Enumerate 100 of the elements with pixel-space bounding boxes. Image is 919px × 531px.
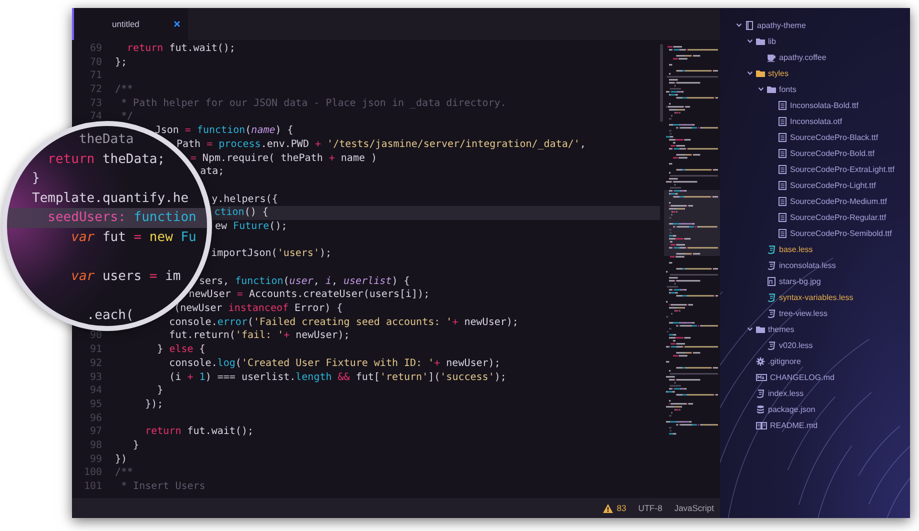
line-number: 95 (90, 398, 102, 410)
code-line: y.helpers({ (212, 192, 278, 206)
code-line: Path = process.env.PWD + '/tests/jasmine/server/integration/_data/', (176, 138, 586, 152)
tree-item[interactable]: Inconsolata.otf (720, 113, 910, 129)
tree-item[interactable]: v020.less (720, 337, 910, 353)
code-line: /** (115, 83, 134, 97)
line-number: 72 (90, 84, 102, 96)
line-number: 74 (90, 111, 102, 122)
tree-item[interactable]: SourceCodePro-Light.ttf (720, 177, 910, 193)
folder-icon (756, 36, 765, 46)
chevron-icon[interactable] (747, 70, 753, 76)
tree-item[interactable]: base.less (720, 241, 910, 257)
close-icon[interactable] (174, 21, 180, 27)
code-line: */ (120, 110, 134, 124)
code-line: } (32, 171, 40, 186)
code-line: .each( (86, 308, 134, 324)
line-number: 70 (90, 56, 102, 68)
stylesheet-icon (767, 308, 776, 318)
tree-item[interactable]: CHANGELOG.md (720, 369, 910, 385)
scrollbar-thumb[interactable] (660, 44, 663, 122)
stylesheet-icon (767, 244, 776, 254)
code-line: ata; (200, 165, 224, 179)
tree-item[interactable]: apathy.coffee (720, 49, 910, 65)
tree-item[interactable]: README.md (720, 417, 910, 433)
database-icon (756, 404, 765, 414)
code-line: sers, function(user, i, userlist) { (198, 274, 410, 288)
code-line: seedUsers: function (46, 210, 196, 226)
code-line: return theData; (46, 152, 166, 167)
code-line: } else { (156, 343, 206, 357)
code-line: newUser = Accounts.createUser(users[i]); (188, 288, 430, 302)
tree-item[interactable]: index.less (720, 385, 910, 401)
tree-item[interactable]: styles (720, 65, 910, 81)
tree-item[interactable]: inconsolata.less (720, 257, 910, 273)
gear-icon (756, 356, 765, 366)
tree-item[interactable]: SourceCodePro-Black.ttf (720, 129, 910, 145)
tree-item[interactable]: SourceCodePro-Semibold.ttf (720, 225, 910, 241)
document-icon (778, 228, 787, 238)
chevron-icon[interactable] (747, 38, 753, 44)
stylesheet-icon (767, 260, 776, 270)
chevron-icon[interactable] (747, 326, 753, 332)
code-line: fut.return('fail: '+ newUser); (168, 329, 350, 344)
tree-item[interactable]: .gitignore (720, 353, 910, 369)
document-icon (778, 116, 787, 126)
line-number: 69 (90, 43, 102, 54)
editor-tab[interactable]: untitled (72, 8, 188, 40)
line-number: 99 (90, 454, 102, 465)
code-line: ction() { (214, 206, 268, 220)
document-icon (778, 196, 787, 206)
line-number: 101 (84, 481, 102, 492)
stylesheet-icon (767, 292, 776, 302)
code-line: var fut = new Fu (70, 230, 196, 245)
tree-item[interactable]: apathy-theme (720, 17, 910, 33)
markdown-icon (756, 372, 767, 382)
tree-item[interactable]: SourceCodePro-Medium.ttf (720, 193, 910, 209)
tree-item[interactable]: themes (720, 321, 910, 337)
line-number: 71 (90, 70, 102, 82)
tree-item[interactable]: fonts (720, 81, 910, 97)
chevron-icon[interactable] (736, 22, 742, 28)
code-line: console.log('Created User Fixture with ID: '+ newUser); (168, 356, 500, 370)
warning-icon (602, 504, 613, 512)
tree-item[interactable]: lib (720, 33, 910, 49)
code-line: (newUser instanceof Error) { (174, 302, 343, 316)
document-icon (778, 132, 787, 142)
document-icon (778, 148, 787, 158)
code-line: }) (115, 452, 128, 466)
line-number: 93 (90, 372, 102, 382)
document-icon (778, 180, 787, 190)
tree-item[interactable]: Inconsolata-Bold.ttf (720, 97, 910, 113)
code-line: return fut.wait(); (144, 425, 254, 439)
tree-item[interactable]: package.json (720, 401, 910, 417)
stylesheet-icon (767, 340, 776, 350)
document-icon (778, 212, 787, 222)
chevron-icon[interactable] (758, 86, 764, 92)
tree-item[interactable]: SourceCodePro-Regular.ttf (720, 209, 910, 225)
code-line: (i + 1) === userlist.length && fut['return']('success'); (168, 370, 506, 384)
book-icon (756, 420, 767, 430)
line-number: 73 (90, 98, 102, 109)
tree-item[interactable]: tree-view.less (720, 305, 910, 321)
folder-icon (756, 324, 765, 334)
code-line: console.error('Failed creating seed accounts: '+ newUser); (168, 316, 518, 330)
code-line: }); (144, 398, 164, 412)
tree-item[interactable]: SourceCodePro-Bold.ttf (720, 145, 910, 161)
line-number: 94 (90, 385, 102, 396)
grammar-label[interactable]: JavaScript (674, 503, 714, 513)
document-icon (778, 100, 787, 110)
document-icon (778, 164, 787, 174)
tree-item[interactable]: SourceCodePro-ExtraLight.ttf (720, 161, 910, 177)
code-line: * Path helper for our JSON data - Place json in _data directory. (120, 96, 506, 110)
line-number: 100 (84, 467, 102, 478)
code-line: /** (115, 466, 134, 480)
code-line: var users = im (70, 269, 181, 284)
warning-count[interactable]: 83 (602, 503, 626, 513)
line-number: 96 (90, 412, 102, 424)
encoding-label[interactable]: UTF-8 (638, 503, 662, 513)
tree-item[interactable]: syntax-variables.less (720, 289, 910, 305)
code-line: }; (115, 56, 128, 70)
code-line: theData (78, 132, 134, 147)
code-line: importJson('users'); (211, 247, 332, 261)
tree-item[interactable]: stars-bg.jpg (720, 273, 910, 289)
code-line: * Insert Users (120, 480, 206, 494)
